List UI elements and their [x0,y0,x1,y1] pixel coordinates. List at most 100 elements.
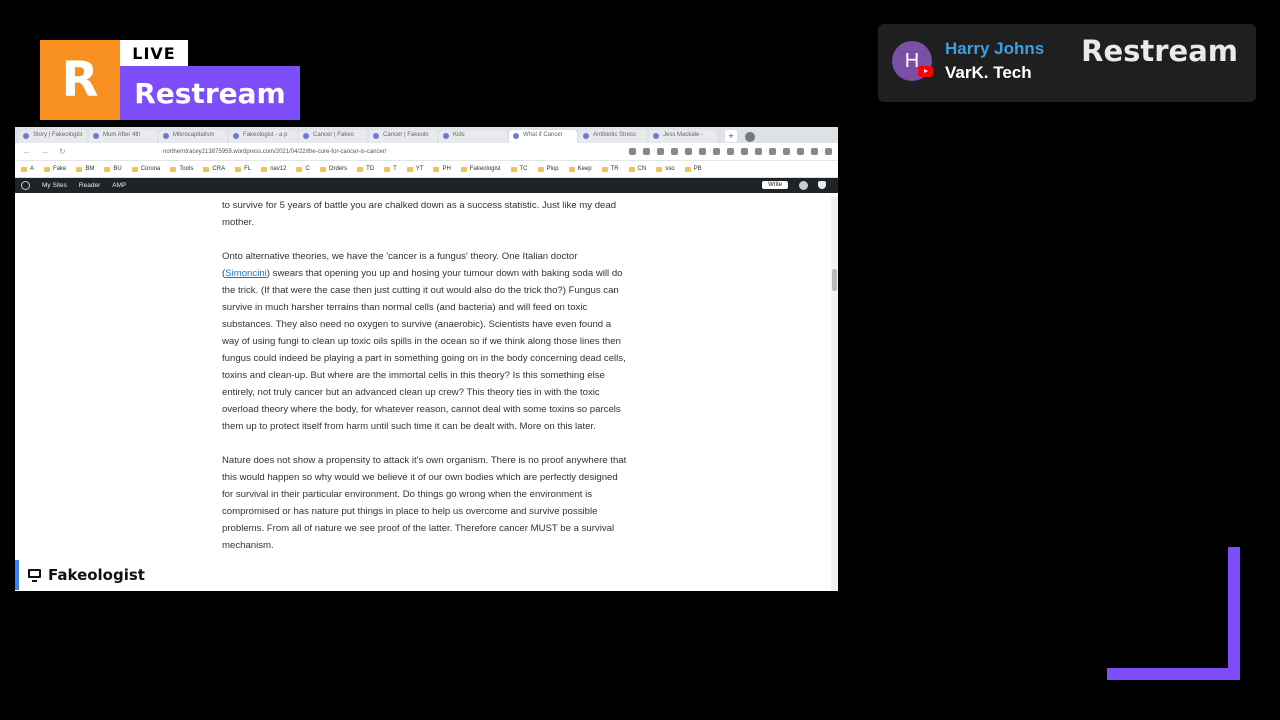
bookmark-label: Tools [179,166,194,172]
bookmark-item[interactable]: BU [104,166,122,172]
bookmark-item[interactable]: Plup [537,166,559,172]
bell-icon[interactable] [818,181,826,189]
bookmark-item[interactable]: FL [235,166,251,172]
article-paragraph: Nature does not show a propensity to att… [222,455,627,551]
bookmark-item[interactable]: BM [76,166,94,172]
extension-icon[interactable] [811,148,818,155]
bookmark-label: sso [665,166,675,172]
reader-link[interactable]: Reader [79,182,100,189]
browser-tabbar: Story | Fakeologist Mum After 4th Mikroc… [15,127,838,143]
extension-icon[interactable] [657,148,664,155]
bookmark-label: BM [85,166,95,172]
bookmark-label: CN [637,166,647,172]
scroll-thumb[interactable] [832,269,837,291]
write-button[interactable]: Write [762,181,788,189]
folder-icon [131,166,138,172]
monitor-icon [28,569,41,582]
wordpress-icon[interactable] [21,181,30,190]
page-scrollbar[interactable] [831,197,838,591]
extension-icon[interactable] [643,148,650,155]
bookmark-label: T [393,166,397,172]
folder-icon [203,166,210,172]
bookmark-item[interactable]: PH [433,166,451,172]
extension-icon[interactable] [797,148,804,155]
chat-brand: Restream [1081,34,1238,68]
folder-icon [433,166,440,172]
forward-icon[interactable]: → [41,147,49,156]
amp-link[interactable]: AMP [112,182,126,189]
screen-share-label: Fakeologist [15,560,275,590]
extension-icon[interactable] [685,148,692,155]
avatar[interactable] [799,181,808,190]
address-bar-row: ← → ↻ northerntracey213875959.wordpress.… [15,143,838,161]
chat-author: Harry Johns [945,39,1045,58]
bookmark-item[interactable]: YT [406,166,423,172]
browser-tab[interactable]: Mum After 4th [89,130,157,143]
restream-logo: R LIVE Restream [40,40,300,120]
bookmark-label: TD [366,166,375,172]
new-tab-button[interactable]: + [725,130,737,142]
folder-icon [104,166,111,172]
bookmark-item[interactable]: PB [684,166,702,172]
nav-buttons: ← → ↻ [15,147,163,156]
bookmark-label: PH [442,166,451,172]
bookmark-item[interactable]: Fakeologist [460,166,501,172]
bookmark-item[interactable]: TC [510,166,528,172]
url-input[interactable]: northerntracey213875959.wordpress.com/20… [163,149,523,155]
folder-icon [656,166,663,172]
bookmark-item[interactable]: Keep [568,166,592,172]
logo-letter: R [40,40,120,120]
bookmark-label: PB [693,166,702,172]
bookmark-item[interactable]: Fake [44,166,66,172]
bookmark-item[interactable]: sso [656,166,675,172]
folder-icon [406,166,413,172]
bookmark-item[interactable]: A [21,166,34,172]
simoncini-link[interactable]: Simoncini [225,268,267,279]
bookmark-item[interactable]: Tools [170,166,193,172]
extension-icon[interactable] [727,148,734,155]
back-icon[interactable]: ← [23,147,31,156]
extension-icon[interactable] [671,148,678,155]
folder-icon [76,166,83,172]
bookmark-label: Keep [577,166,592,172]
folder-icon [261,166,268,172]
browser-tab[interactable]: Fakeologist - a p [229,130,297,143]
bookmark-item[interactable]: TD [357,166,374,172]
extension-icon[interactable] [629,148,636,155]
extension-icon[interactable] [783,148,790,155]
reload-icon[interactable]: ↻ [59,147,66,156]
live-badge: LIVE [120,40,188,66]
browser-tab[interactable]: Cancer | Fakeolo [369,130,437,143]
extension-icon[interactable] [769,148,776,155]
bookmark-label: CRA [212,166,226,172]
screen-label-text: Fakeologist [48,566,145,584]
extension-icon[interactable] [713,148,720,155]
article-paragraph: to survive for 5 years of battle you are… [222,200,617,228]
profile-icon[interactable] [745,132,755,142]
extension-icon[interactable] [741,148,748,155]
bookmark-item[interactable]: Orders [319,166,347,172]
bookmark-item[interactable]: nav12 [261,166,286,172]
browser-tab[interactable]: Kids [439,130,507,143]
folder-icon [235,166,242,172]
bookmark-label: FL [244,166,252,172]
bookmark-item[interactable]: CN [628,166,647,172]
bookmark-item[interactable]: CRA [203,166,225,172]
extension-icon[interactable] [755,148,762,155]
browser-tab-active[interactable]: What if Cancer [509,130,577,143]
browser-tab[interactable]: Antibiotic Stress [579,130,647,143]
my-sites-link[interactable]: My Sites [42,182,67,189]
bookmark-label: BU [113,166,122,172]
extension-icons [629,148,838,155]
menu-icon[interactable] [825,148,832,155]
browser-tab[interactable]: Jess Mackale - [649,130,717,143]
extension-icon[interactable] [699,148,706,155]
bookmark-item[interactable]: TR [601,166,619,172]
folder-icon [44,166,51,172]
browser-tab[interactable]: Story | Fakeologist [19,130,87,143]
bookmark-item[interactable]: C [296,166,310,172]
bookmark-item[interactable]: T [384,166,397,172]
browser-tab[interactable]: Mikrocapitalism [159,130,227,143]
browser-tab[interactable]: Cancer | Fakeo [299,130,367,143]
bookmark-item[interactable]: Corona [131,166,160,172]
